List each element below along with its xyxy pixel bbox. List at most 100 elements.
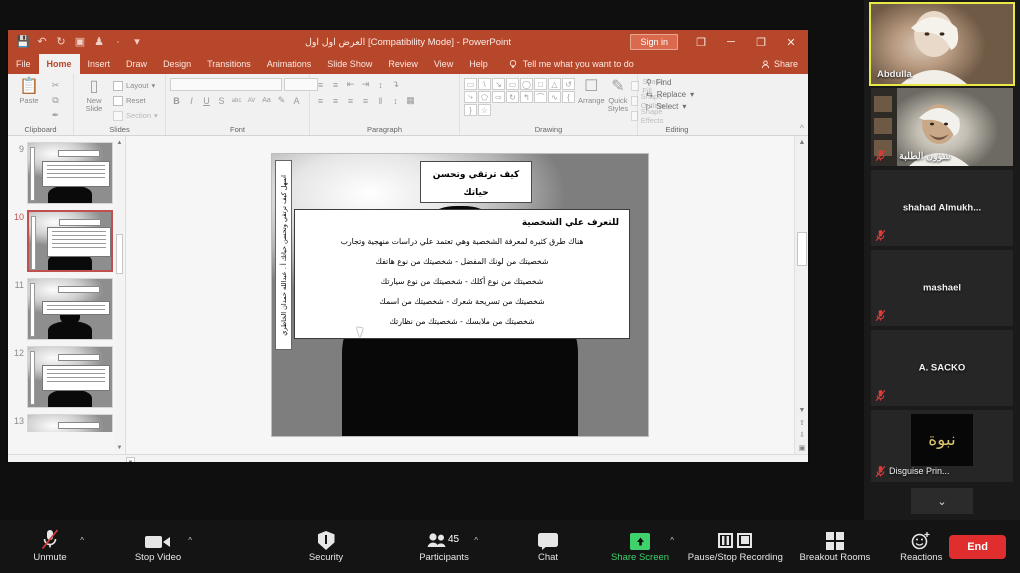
slide-scroll-up-icon[interactable]: ▲ bbox=[797, 137, 807, 148]
arrange-button[interactable]: ☐ Arrange bbox=[578, 78, 605, 105]
format-painter-icon[interactable]: ✒ bbox=[49, 109, 62, 122]
new-slide-button[interactable]: ▯ New Slide bbox=[78, 78, 110, 113]
text-direction-button[interactable]: ↴ bbox=[389, 78, 402, 91]
replace-button[interactable]: ⇆ Replace ▾ bbox=[646, 90, 694, 99]
shapes-gallery[interactable]: ▭ \ ↘ ▭ ◯ □ △ ↺ ⤷ ⬠ ⇨ ↻ ↰ ⌒ ∿ {} ☆ bbox=[464, 78, 575, 116]
thumbnail-row-13[interactable]: 13 bbox=[8, 412, 125, 432]
shape-elbow[interactable]: ⤷ bbox=[464, 91, 477, 103]
thumbnail-row-12[interactable]: 12 bbox=[8, 344, 125, 412]
reactions-button[interactable]: Reactions bbox=[893, 530, 949, 563]
shape-curve[interactable]: ⌒ bbox=[534, 91, 547, 103]
video-options-chevron-up-icon[interactable]: ^ bbox=[188, 536, 192, 545]
strikethrough-button[interactable]: abc bbox=[230, 94, 243, 107]
shape-left-brace[interactable]: { bbox=[562, 91, 575, 103]
text-shadow-button[interactable]: S bbox=[215, 94, 228, 107]
undo-icon[interactable]: ↶ bbox=[36, 36, 48, 48]
ribbon-display-options-icon[interactable]: ❐ bbox=[686, 30, 716, 54]
align-right-button[interactable]: ≡ bbox=[344, 94, 357, 107]
thumbnail-row-9[interactable]: 9 bbox=[8, 140, 125, 208]
font-color-button[interactable]: A bbox=[290, 94, 303, 107]
participant-tile-student-affairs[interactable]: شؤون الطلبة bbox=[871, 88, 1013, 166]
shape-oval[interactable]: ◯ bbox=[520, 78, 533, 90]
security-button[interactable]: Security bbox=[298, 530, 354, 563]
touch-mode-icon[interactable]: ♟ bbox=[93, 36, 105, 48]
end-meeting-button[interactable]: End bbox=[949, 534, 1006, 559]
shape-arrow[interactable]: ↘ bbox=[492, 78, 505, 90]
start-presentation-icon[interactable]: ▣ bbox=[74, 36, 86, 48]
convert-smartart-button[interactable]: ▦ bbox=[404, 94, 417, 107]
restore-button[interactable]: ❐ bbox=[746, 30, 776, 54]
participant-tile-mashael[interactable]: mashael bbox=[871, 250, 1013, 326]
current-slide[interactable]: اسهل كيف ترتقي وتحسن حياتك أ . عبدالله ح… bbox=[271, 153, 649, 437]
participant-tile-disguise-prince[interactable]: نبوة Disguise Prin... bbox=[871, 410, 1013, 482]
copy-icon[interactable]: ⧉ bbox=[49, 94, 62, 107]
shape-rounded-rect[interactable]: ▭ bbox=[464, 78, 477, 90]
participant-tile-shahad[interactable]: shahad Almukh... bbox=[871, 170, 1013, 246]
layout-button[interactable]: Layout ▾ bbox=[113, 79, 158, 92]
tab-review[interactable]: Review bbox=[380, 54, 426, 74]
tab-design[interactable]: Design bbox=[155, 54, 199, 74]
stop-video-button[interactable]: Stop Video ^ bbox=[130, 530, 192, 563]
shape-arc[interactable]: ↺ bbox=[562, 78, 575, 90]
share-button[interactable]: Share bbox=[761, 54, 808, 74]
italic-button[interactable]: I bbox=[185, 94, 198, 107]
character-spacing-button[interactable]: AV bbox=[245, 94, 258, 107]
chat-button[interactable]: Chat bbox=[520, 530, 576, 563]
tab-help[interactable]: Help bbox=[461, 54, 496, 74]
shape-line[interactable]: \ bbox=[478, 78, 491, 90]
tab-transitions[interactable]: Transitions bbox=[199, 54, 259, 74]
participants-button[interactable]: 45 Participants ^ bbox=[416, 530, 478, 563]
underline-button[interactable]: U bbox=[200, 94, 213, 107]
slide-scroll-handle[interactable] bbox=[797, 232, 807, 266]
shape-block-arrow[interactable]: ⇨ bbox=[492, 91, 505, 103]
slide-vertical-scrollbar[interactable]: ▲ ▼ ⇧ ⇩ ▣ bbox=[794, 136, 808, 454]
audio-options-chevron-up-icon[interactable]: ^ bbox=[80, 536, 84, 545]
tab-insert[interactable]: Insert bbox=[80, 54, 119, 74]
slide-thumbnail-pane[interactable]: 9 10 11 12 13 ▲ ▼ bbox=[8, 136, 126, 454]
participant-tile-sacko[interactable]: A. SACKO bbox=[871, 330, 1013, 406]
thumbnail-scroll-handle[interactable] bbox=[116, 234, 123, 274]
unmute-button[interactable]: Unmute ^ bbox=[22, 529, 84, 563]
shape-wave[interactable]: ∿ bbox=[548, 91, 561, 103]
section-button[interactable]: Section ▾ bbox=[113, 109, 158, 122]
sign-in-button[interactable]: Sign in bbox=[630, 34, 678, 50]
quick-styles-button[interactable]: ✎ Quick Styles bbox=[608, 78, 628, 113]
recording-button[interactable]: Pause/Stop Recording bbox=[688, 530, 783, 563]
reset-button[interactable]: Reset bbox=[113, 94, 158, 107]
slide-thumbnail[interactable] bbox=[27, 278, 113, 340]
shape-pentagon[interactable]: ⬠ bbox=[478, 91, 491, 103]
slide-thumbnail[interactable] bbox=[27, 414, 113, 432]
tab-file[interactable]: File bbox=[8, 54, 39, 74]
bold-button[interactable]: B bbox=[170, 94, 183, 107]
find-button[interactable]: ⚲ Find bbox=[646, 78, 694, 87]
shape-star[interactable]: ☆ bbox=[478, 104, 491, 116]
participant-tile-abdulla[interactable]: Abdulla bbox=[869, 2, 1015, 86]
thumbnail-scrollbar[interactable]: ▲ ▼ bbox=[115, 138, 124, 452]
shape-square[interactable]: □ bbox=[534, 78, 547, 90]
redo-icon[interactable]: ↻ bbox=[55, 36, 67, 48]
tab-animations[interactable]: Animations bbox=[259, 54, 320, 74]
shape-rectangle[interactable]: ▭ bbox=[506, 78, 519, 90]
notes-collapse-icon[interactable]: ▼ bbox=[126, 457, 135, 462]
slide-thumbnail[interactable] bbox=[27, 142, 113, 204]
shape-right-brace[interactable]: } bbox=[464, 104, 477, 116]
increase-indent-button[interactable]: ⇥ bbox=[359, 78, 372, 91]
columns-button[interactable]: ‖ bbox=[374, 94, 387, 107]
text-highlight-button[interactable]: ✎ bbox=[275, 94, 288, 107]
customize-qat-icon[interactable]: ▾ bbox=[131, 36, 143, 48]
tab-home[interactable]: Home bbox=[38, 54, 80, 74]
slide-scroll-down-icon[interactable]: ▼ bbox=[797, 405, 807, 416]
minimize-button[interactable]: ─ bbox=[716, 30, 746, 54]
slide-vertical-textbox[interactable]: اسهل كيف ترتقي وتحسن حياتك أ . عبدالله ح… bbox=[275, 160, 292, 350]
collapse-ribbon-icon[interactable]: ^ bbox=[800, 123, 804, 133]
numbering-button[interactable]: ≡ bbox=[329, 78, 342, 91]
tab-draw[interactable]: Draw bbox=[118, 54, 155, 74]
share-screen-button[interactable]: Share Screen ^ bbox=[611, 530, 674, 563]
line-spacing-button[interactable]: ↕ bbox=[374, 78, 387, 91]
slide-title-textbox[interactable]: كيف ترتقي وتحسن حياتك bbox=[420, 161, 532, 203]
breakout-rooms-button[interactable]: Breakout Rooms bbox=[800, 530, 870, 563]
close-button[interactable]: ✕ bbox=[776, 30, 806, 54]
filmstrip-scroll-down-button[interactable]: ⌄ bbox=[911, 488, 973, 514]
font-name-input[interactable] bbox=[170, 78, 282, 91]
shape-triangle[interactable]: △ bbox=[548, 78, 561, 90]
